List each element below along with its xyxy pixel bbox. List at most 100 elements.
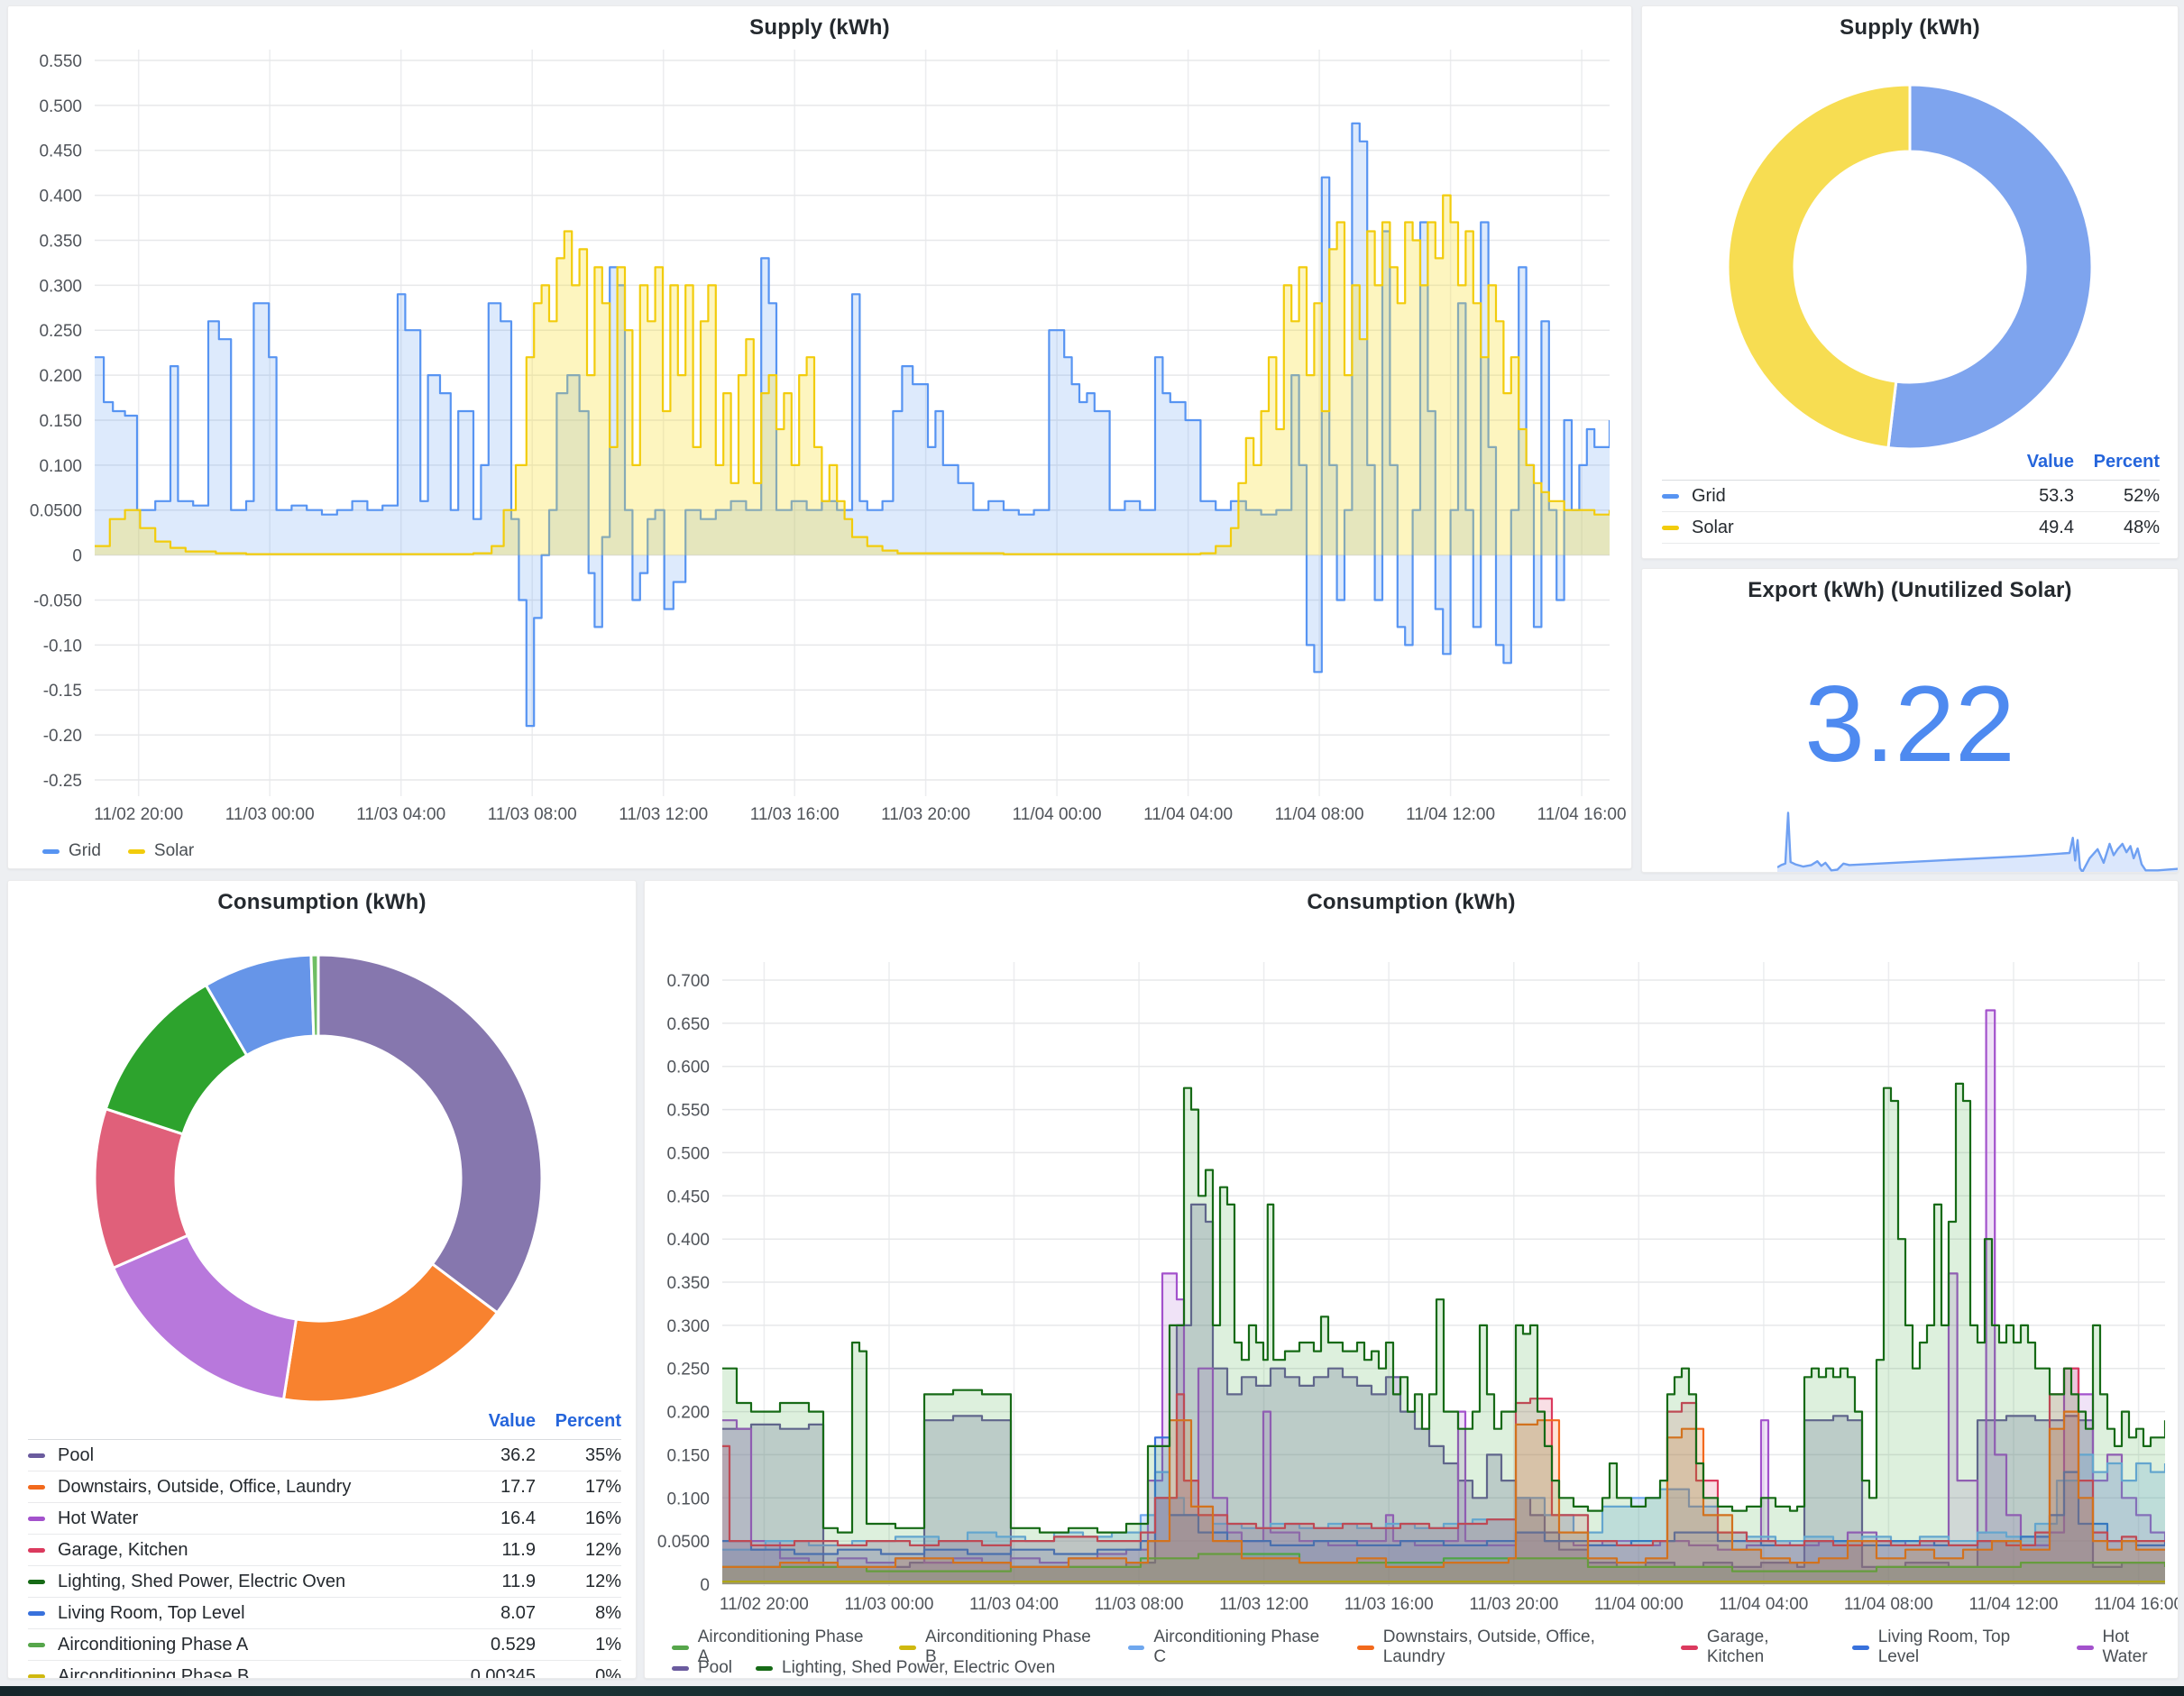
svg-text:0: 0	[72, 547, 82, 566]
svg-text:11/04 08:00: 11/04 08:00	[1844, 1595, 1933, 1614]
row-percent: 17%	[536, 1477, 621, 1498]
value-column-header: Value	[436, 1411, 536, 1432]
panel-supply-donut[interactable]: Supply (kWh) Value Percent Grid 53.3 52%…	[1641, 5, 2179, 559]
legend-label: Living Room, Top Level	[1878, 1627, 2053, 1667]
svg-text:-0.20: -0.20	[43, 727, 82, 746]
svg-text:11/03 16:00: 11/03 16:00	[1344, 1595, 1434, 1614]
legend-item[interactable]: Lighting, Shed Power, Electric Oven	[756, 1658, 1055, 1678]
table-row[interactable]: Airconditioning Phase A 0.529 1%	[28, 1629, 621, 1661]
panel-export-stat[interactable]: Export (kWh) (Unutilized Solar) 3.22	[1641, 568, 2179, 873]
row-value: 0.529	[436, 1635, 536, 1655]
svg-text:0.350: 0.350	[666, 1274, 710, 1293]
series-swatch	[1357, 1646, 1374, 1650]
legend-item[interactable]: Downstairs, Outside, Office, Laundry	[1357, 1627, 1657, 1667]
svg-text:11/03 20:00: 11/03 20:00	[1469, 1595, 1558, 1614]
table-row[interactable]: Hot Water 16.4 16%	[28, 1503, 621, 1535]
legend-item[interactable]: Garage, Kitchen	[1681, 1627, 1829, 1667]
svg-text:11/04 12:00: 11/04 12:00	[1969, 1595, 2059, 1614]
svg-text:0.400: 0.400	[39, 188, 82, 206]
series-swatch	[756, 1666, 773, 1671]
panel-supply-timeseries[interactable]: Supply (kWh) 0.5500.5000.4500.4000.3500.…	[7, 5, 1632, 869]
legend-item-grid[interactable]: Grid	[42, 841, 101, 861]
table-row[interactable]: Lighting, Shed Power, Electric Oven 11.9…	[28, 1566, 621, 1598]
svg-text:0: 0	[700, 1576, 710, 1595]
row-percent: 1%	[536, 1635, 621, 1655]
row-label: Airconditioning Phase A	[58, 1635, 248, 1655]
table-row-grid[interactable]: Grid 53.3 52%	[1662, 481, 2160, 512]
svg-text:0.300: 0.300	[39, 277, 82, 296]
table-row-solar[interactable]: Solar 49.4 48%	[1662, 512, 2160, 544]
svg-text:11/04 16:00: 11/04 16:00	[2094, 1595, 2178, 1614]
series-swatch	[28, 1611, 45, 1616]
svg-text:0.350: 0.350	[39, 233, 82, 252]
svg-text:11/04 00:00: 11/04 00:00	[1013, 805, 1102, 824]
consumption-donut-chart[interactable]	[93, 953, 544, 1404]
table-row[interactable]: Airconditioning Phase B 0.00345 0%	[28, 1661, 621, 1679]
table-row[interactable]: Downstairs, Outside, Office, Laundry 17.…	[28, 1471, 621, 1503]
row-percent: 52%	[2074, 486, 2160, 507]
legend-label-solar: Solar	[154, 841, 194, 861]
panel-consumption-donut[interactable]: Consumption (kWh) Value Percent Pool 36.…	[7, 880, 637, 1679]
legend-item-solar[interactable]: Solar	[128, 841, 194, 861]
table-row[interactable]: Living Room, Top Level 8.07 8%	[28, 1598, 621, 1629]
legend-item[interactable]: Hot Water	[2077, 1627, 2178, 1667]
row-percent: 48%	[2074, 518, 2160, 538]
supply-donut-chart[interactable]	[1727, 84, 2093, 450]
panel-title-supply-donut[interactable]: Supply (kWh)	[1642, 15, 2178, 41]
svg-text:0.200: 0.200	[666, 1404, 710, 1423]
series-swatch	[28, 1580, 45, 1584]
percent-column-header: Percent	[536, 1411, 621, 1432]
row-percent: 12%	[536, 1540, 621, 1561]
svg-text:0.600: 0.600	[666, 1059, 710, 1077]
series-swatch	[1681, 1646, 1698, 1650]
svg-text:0.550: 0.550	[39, 52, 82, 71]
legend-label-grid: Grid	[69, 841, 101, 861]
panel-title-consumption-donut[interactable]: Consumption (kWh)	[8, 890, 636, 915]
svg-text:0.100: 0.100	[666, 1490, 710, 1508]
supply-table-header: Value Percent	[1662, 452, 2160, 481]
svg-text:11/04 04:00: 11/04 04:00	[1719, 1595, 1808, 1614]
series-swatch	[672, 1646, 689, 1650]
export-sparkline	[1777, 793, 2178, 872]
percent-column-header: Percent	[2074, 452, 2160, 472]
legend-item[interactable]: Airconditioning Phase C	[1128, 1627, 1334, 1667]
series-swatch	[2077, 1646, 2094, 1650]
row-value: 11.9	[436, 1572, 536, 1592]
legend-label: Airconditioning Phase C	[1153, 1627, 1334, 1667]
svg-text:0.400: 0.400	[666, 1231, 710, 1250]
solar-series-swatch	[128, 849, 145, 854]
series-swatch	[28, 1643, 45, 1647]
series-swatch	[28, 1517, 45, 1521]
svg-text:11/03 00:00: 11/03 00:00	[845, 1595, 934, 1614]
svg-text:11/02 20:00: 11/02 20:00	[94, 805, 183, 824]
legend-item[interactable]: Living Room, Top Level	[1852, 1627, 2053, 1667]
svg-text:11/04 08:00: 11/04 08:00	[1275, 805, 1364, 824]
legend-label: Downstairs, Outside, Office, Laundry	[1383, 1627, 1657, 1667]
table-row[interactable]: Pool 36.2 35%	[28, 1440, 621, 1471]
supply-legend-table: Value Percent Grid 53.3 52% Solar 49.4 4…	[1662, 452, 2160, 544]
row-label: Grid	[1692, 486, 1726, 507]
svg-text:11/03 12:00: 11/03 12:00	[1219, 1595, 1308, 1614]
svg-text:0.0500: 0.0500	[30, 502, 82, 521]
panel-consumption-timeseries[interactable]: Consumption (kWh) 0.7000.6500.6000.5500.…	[644, 880, 2179, 1679]
row-value: 0.00345	[436, 1666, 536, 1680]
svg-text:11/04 00:00: 11/04 00:00	[1594, 1595, 1684, 1614]
panel-title-export[interactable]: Export (kWh) (Unutilized Solar)	[1642, 578, 2178, 603]
legend-item[interactable]: Pool	[672, 1658, 732, 1678]
svg-text:-0.15: -0.15	[43, 682, 82, 701]
table-row[interactable]: Garage, Kitchen 11.9 12%	[28, 1535, 621, 1566]
export-value: 3.22	[1642, 670, 2178, 778]
svg-text:0.150: 0.150	[39, 412, 82, 431]
series-swatch	[1128, 1646, 1145, 1650]
svg-text:-0.10: -0.10	[43, 637, 82, 655]
svg-text:-0.050: -0.050	[33, 592, 82, 611]
consumption-timeseries-chart[interactable]: 0.7000.6500.6000.5500.5000.4500.4000.350…	[645, 881, 2178, 1624]
svg-text:11/03 08:00: 11/03 08:00	[1095, 1595, 1184, 1614]
svg-text:0.100: 0.100	[39, 457, 82, 476]
row-value: 8.07	[436, 1603, 536, 1624]
supply-timeseries-chart[interactable]: 0.5500.5000.4500.4000.3500.3000.2500.200…	[8, 6, 1631, 836]
consumption-ts-legend-row2: Pool Lighting, Shed Power, Electric Oven	[672, 1658, 1055, 1678]
legend-label: Garage, Kitchen	[1707, 1627, 1829, 1667]
row-label: Solar	[1692, 518, 1734, 538]
row-label: Airconditioning Phase B	[58, 1666, 249, 1680]
